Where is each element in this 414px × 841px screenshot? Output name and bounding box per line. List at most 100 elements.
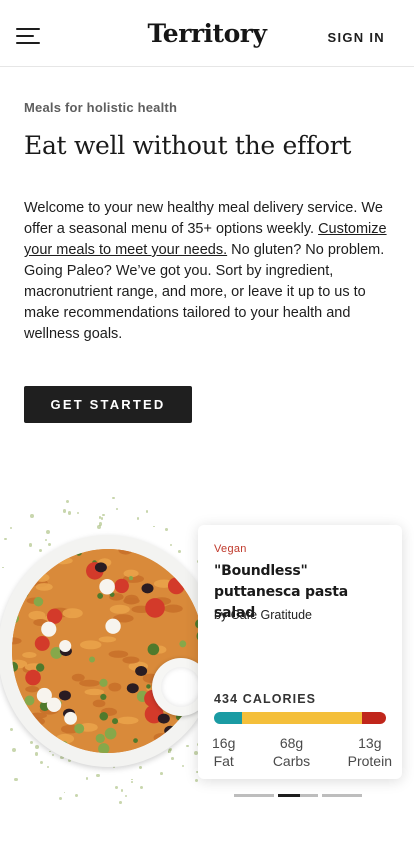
- macro-fat: 16g Fat: [212, 734, 235, 770]
- macro-amount: 16g: [212, 735, 236, 751]
- meal-card[interactable]: Vegan "Boundless" puttanesca pasta salad…: [198, 525, 402, 779]
- herb-speckle: [177, 549, 181, 553]
- macro-amount: 68g: [279, 735, 304, 751]
- fusilli: [98, 636, 117, 643]
- herb: [75, 549, 82, 556]
- herb: [24, 695, 35, 706]
- get-started-button[interactable]: GET STARTED: [24, 386, 192, 423]
- herb: [146, 684, 151, 689]
- olive: [135, 666, 148, 677]
- carousel-dot[interactable]: [322, 794, 362, 797]
- herb-speckle: [77, 511, 80, 514]
- fusilli: [181, 564, 196, 574]
- feta: [99, 578, 115, 595]
- fusilli: [80, 640, 102, 650]
- pasta-plate: [0, 535, 218, 767]
- herb-speckle: [101, 513, 105, 517]
- macro-protein: 13g Protein: [348, 734, 392, 770]
- diet-tag: Vegan: [214, 543, 247, 555]
- fusilli: [108, 682, 122, 692]
- herb-speckle: [97, 525, 102, 529]
- herb-speckle: [159, 772, 163, 776]
- fusilli: [71, 673, 85, 682]
- herb-speckle: [29, 513, 34, 518]
- herb-speckle: [51, 753, 55, 756]
- fusilli: [12, 549, 21, 557]
- herb-speckle: [116, 508, 119, 511]
- fusilli: [35, 583, 53, 591]
- macro-label: Fat: [213, 753, 234, 769]
- fusilli: [117, 716, 139, 725]
- herb-speckle: [34, 752, 38, 756]
- herb: [23, 591, 29, 597]
- herb-speckle: [85, 777, 89, 780]
- herb-speckle: [139, 785, 143, 789]
- herb: [74, 723, 85, 734]
- herb-speckle: [169, 748, 173, 752]
- fusilli: [12, 715, 30, 723]
- carousel-dot[interactable]: [278, 794, 318, 797]
- feta: [59, 639, 72, 652]
- tomato: [167, 577, 185, 595]
- herb: [60, 741, 68, 749]
- fusilli: [84, 688, 105, 696]
- fusilli: [109, 604, 130, 614]
- herb: [100, 693, 107, 701]
- herb-speckle: [47, 765, 50, 768]
- macro-bar: [214, 712, 386, 724]
- carousel-pager: [234, 794, 362, 797]
- fusilli: [12, 549, 22, 558]
- herb-speckle: [120, 789, 124, 792]
- herb-speckle: [28, 543, 33, 547]
- herb-speckle: [195, 779, 199, 783]
- herb-speckle: [138, 766, 143, 770]
- fusilli: [12, 706, 22, 715]
- sign-in-link[interactable]: SIGN IN: [328, 30, 386, 45]
- herb: [128, 575, 134, 581]
- herb: [36, 663, 45, 672]
- herb-speckle: [40, 761, 44, 764]
- herb-speckle: [12, 748, 17, 753]
- olive: [157, 713, 170, 724]
- herb: [99, 678, 108, 687]
- tomato: [114, 578, 129, 594]
- macro-label: Carbs: [272, 753, 311, 769]
- fusilli: [25, 686, 40, 693]
- herb: [173, 553, 178, 558]
- pasta-salad: [12, 549, 204, 753]
- site-header: Territory SIGN IN: [0, 0, 414, 67]
- fusilli: [108, 650, 129, 658]
- herb-speckle: [74, 793, 78, 798]
- herb: [104, 727, 117, 740]
- herb-speckle: [119, 801, 123, 805]
- herb-speckle: [63, 791, 66, 794]
- carousel-dot[interactable]: [234, 794, 274, 797]
- herb-speckle: [45, 538, 48, 541]
- herb-speckle: [48, 543, 52, 547]
- herb-speckle: [39, 548, 43, 552]
- feta: [41, 621, 57, 637]
- fusilli: [12, 563, 23, 574]
- fusilli: [169, 567, 187, 575]
- herb: [95, 733, 105, 743]
- herb: [177, 553, 187, 564]
- tomato: [34, 636, 50, 651]
- herb-speckle: [145, 510, 149, 513]
- macro-bar-fat: [214, 712, 242, 724]
- herb-speckle: [29, 740, 34, 745]
- herb-speckle: [130, 781, 133, 784]
- olive: [58, 690, 71, 701]
- fusilli: [153, 733, 170, 743]
- fusilli: [62, 608, 83, 619]
- macro-bar-carbs: [241, 712, 362, 724]
- herb: [133, 738, 138, 743]
- feta: [105, 618, 121, 634]
- feta: [64, 711, 77, 725]
- feta: [46, 697, 62, 713]
- herb-speckle: [67, 511, 71, 515]
- herb-speckle: [181, 765, 184, 768]
- fusilli: [92, 699, 106, 708]
- fusilli: [52, 557, 73, 565]
- herb-speckle: [2, 566, 4, 569]
- herb: [97, 593, 104, 599]
